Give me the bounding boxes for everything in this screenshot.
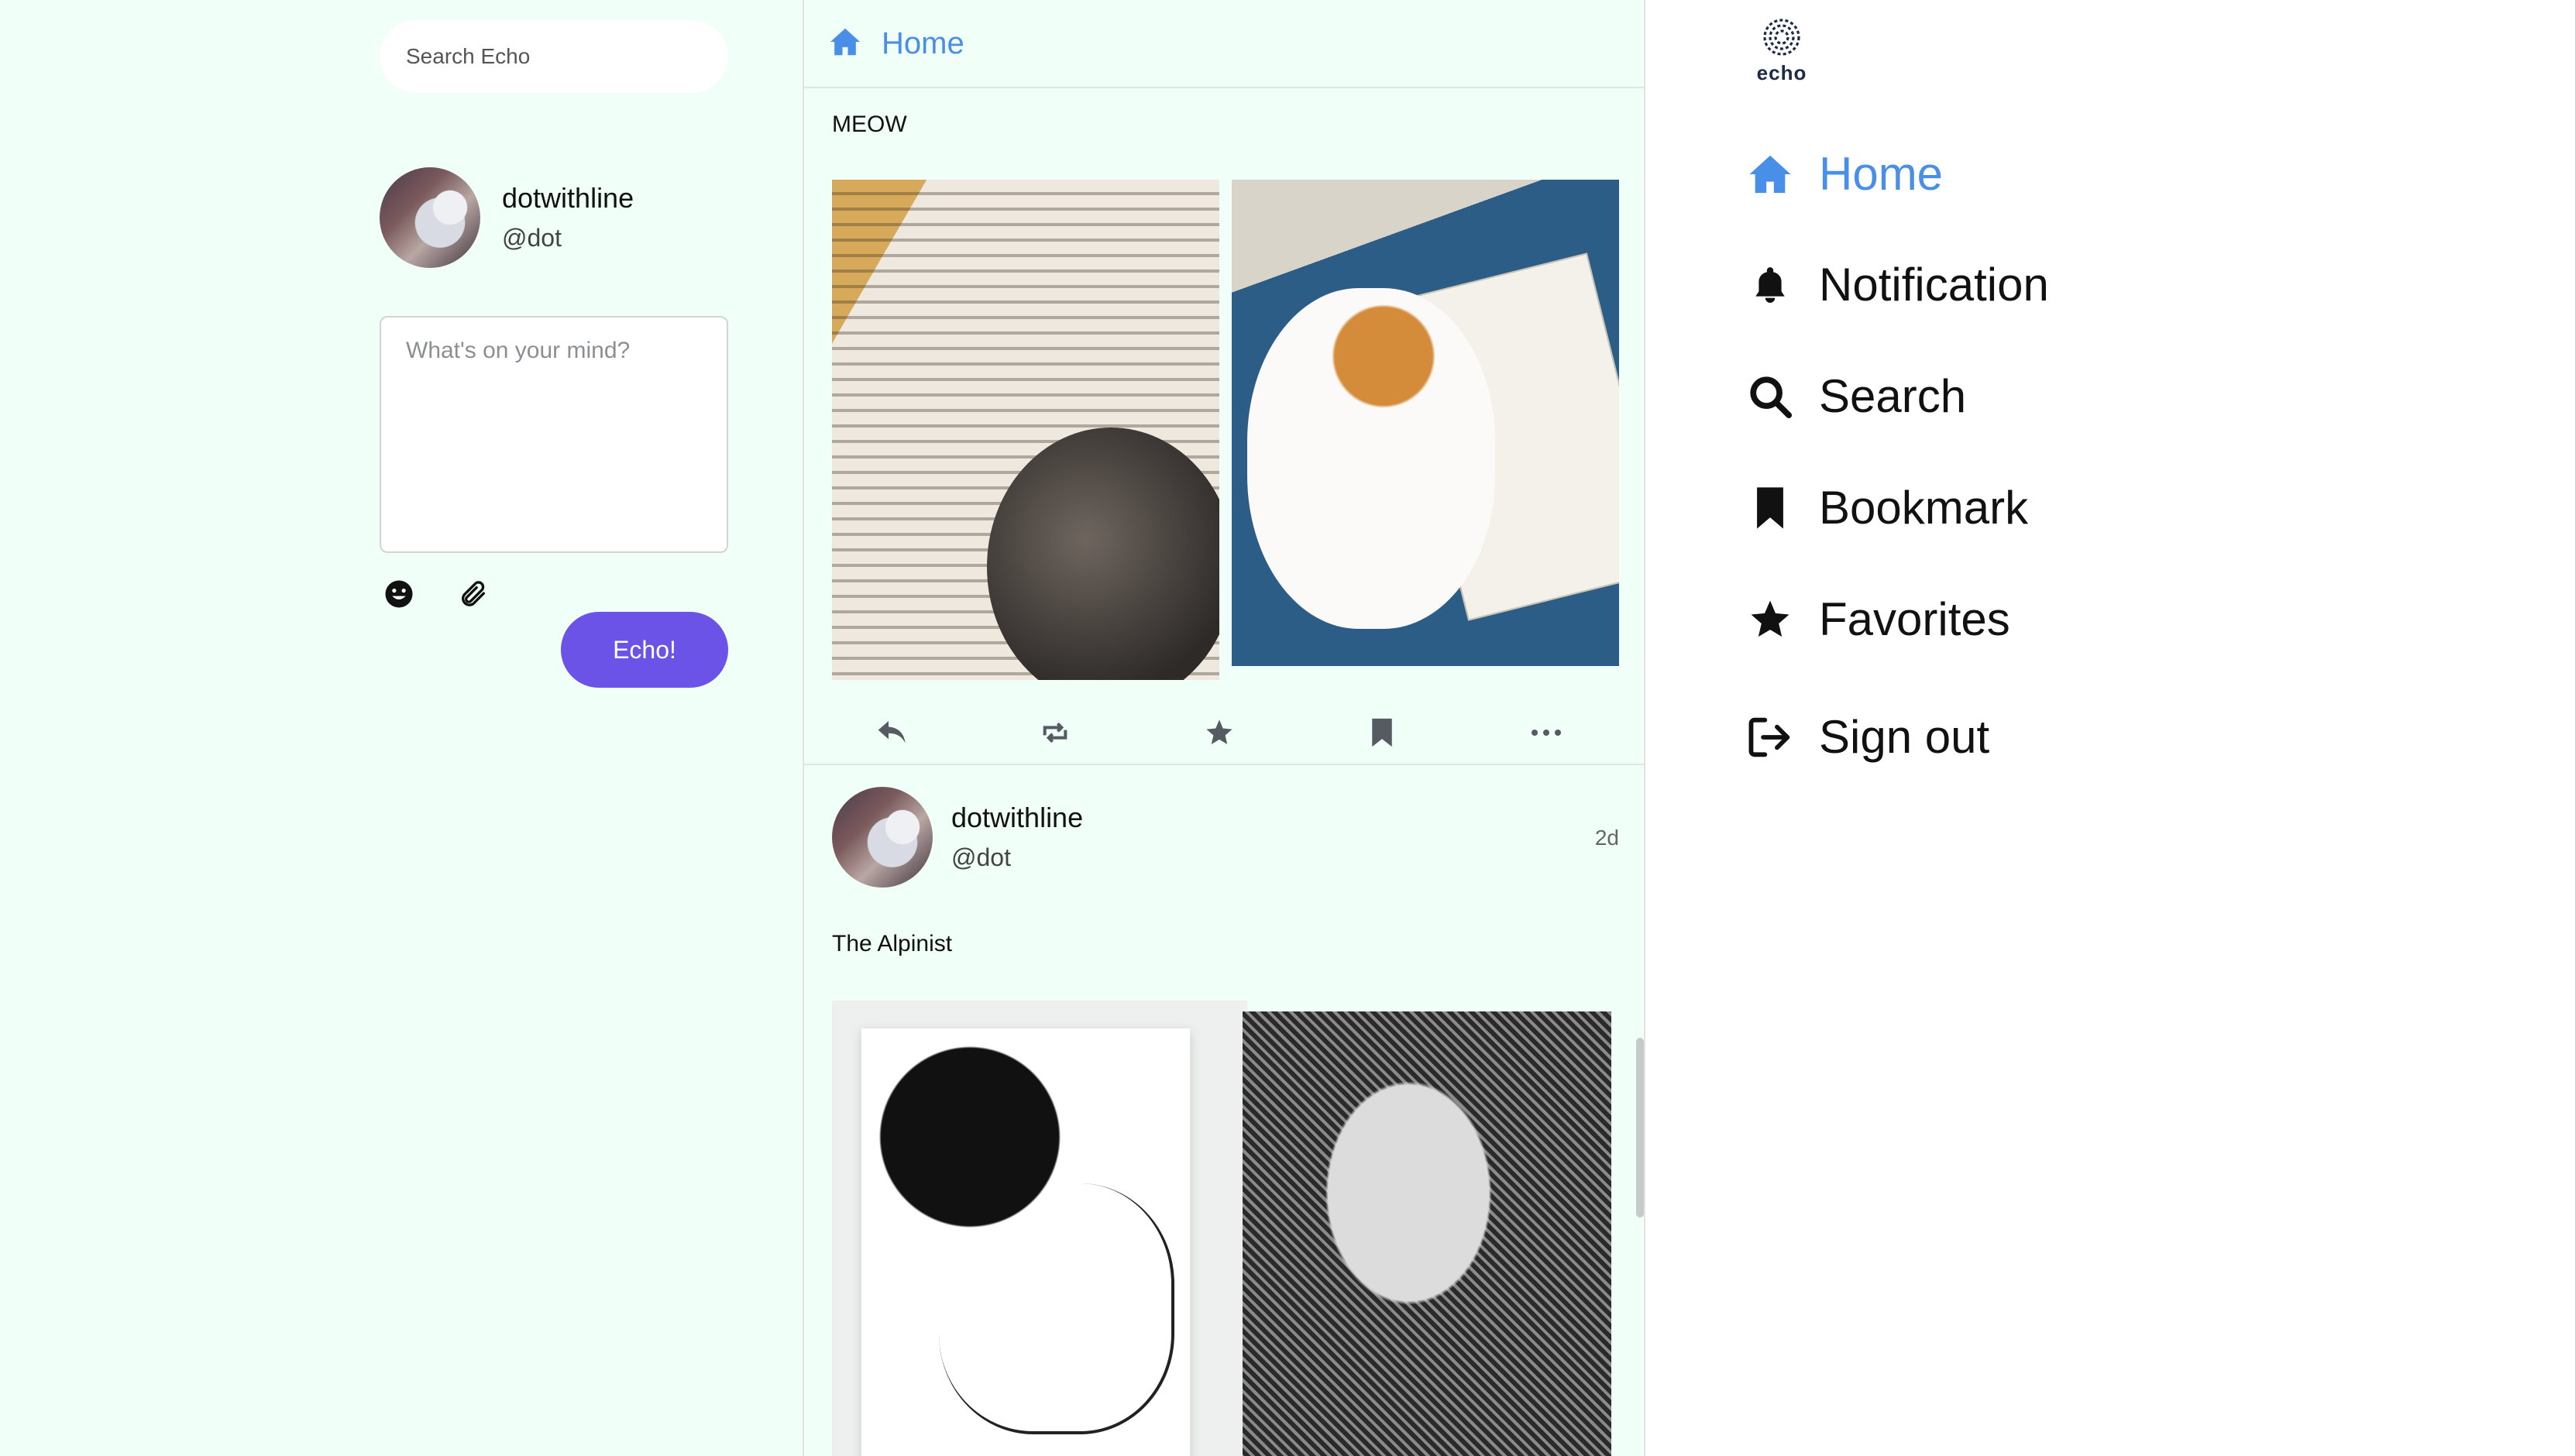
nav-notification[interactable]: Notification: [1748, 258, 2049, 311]
avatar[interactable]: [832, 787, 933, 888]
post-image[interactable]: [832, 1001, 1247, 1456]
post-author-name[interactable]: dotwithline: [951, 799, 1083, 836]
post-text: The Alpinist: [832, 931, 953, 956]
bookmark-icon: [1748, 486, 1793, 531]
post-author: dotwithline @dot: [832, 787, 1083, 888]
nav-label: Notification: [1819, 259, 2049, 311]
post-actions: [804, 700, 1644, 765]
feed-header: Home: [804, 0, 1644, 88]
post-image[interactable]: [1232, 180, 1619, 666]
nav-label: Sign out: [1819, 711, 1990, 763]
logo-text: echo: [1756, 61, 1807, 84]
bookmark-icon[interactable]: [1363, 714, 1401, 751]
post-timestamp: 2d: [1594, 826, 1619, 850]
nav-search[interactable]: Search: [1748, 369, 1966, 423]
reply-icon[interactable]: [874, 714, 911, 751]
post-author-handle: @dot: [951, 843, 1011, 871]
echo-logo[interactable]: echo: [1745, 17, 1819, 85]
more-icon[interactable]: [1528, 714, 1565, 751]
nav-favorites[interactable]: Favorites: [1748, 592, 2010, 646]
star-icon: [1748, 597, 1793, 642]
star-icon[interactable]: [1201, 714, 1238, 751]
reecho-icon[interactable]: [1037, 714, 1074, 751]
nav-label: Favorites: [1819, 593, 2010, 645]
user-handle: @dot: [502, 224, 562, 252]
home-feed: Home MEOW dotwithline @dot 2d The Alpini…: [803, 0, 1645, 1456]
echo-submit-button[interactable]: Echo!: [561, 612, 728, 688]
search-icon: [1748, 374, 1793, 419]
nav-sign-out[interactable]: Sign out: [1748, 710, 1989, 764]
paperclip-icon[interactable]: [456, 576, 491, 612]
nav-bookmark[interactable]: Bookmark: [1748, 481, 2028, 534]
nav-label: Home: [1819, 148, 1944, 200]
sign-out-icon: [1748, 715, 1793, 760]
left-column: dotwithline @dot Echo!: [0, 0, 803, 1456]
user-display-name: dotwithline: [502, 182, 634, 214]
manga-page: [861, 1028, 1190, 1456]
post-text: MEOW: [832, 112, 907, 137]
avatar[interactable]: [380, 167, 480, 268]
post-image[interactable]: [1243, 1011, 1611, 1456]
compose-textarea[interactable]: [380, 316, 728, 553]
home-icon: [1748, 152, 1793, 197]
page-title: Home: [882, 26, 964, 60]
search-input[interactable]: [380, 20, 728, 93]
home-icon: [829, 27, 861, 60]
main-navigation: echo Home Notification Search Bookmark F…: [1645, 0, 2575, 1456]
current-user: dotwithline @dot: [380, 166, 634, 270]
nav-label: Search: [1819, 370, 1967, 422]
nav-home[interactable]: Home: [1748, 147, 1943, 201]
emoji-icon[interactable]: [381, 576, 417, 612]
nav-label: Bookmark: [1819, 482, 2029, 534]
post-image[interactable]: [832, 180, 1219, 680]
feed-scrollbar[interactable]: [1636, 1038, 1644, 1217]
bell-icon: [1748, 263, 1793, 307]
